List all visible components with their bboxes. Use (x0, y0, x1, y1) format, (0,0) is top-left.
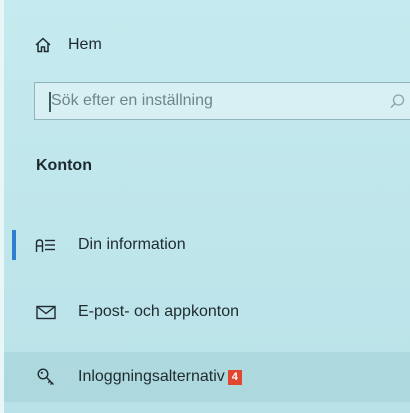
sidebar-item-sign-in-options[interactable]: Inloggningsalternativ 4 (4, 352, 410, 402)
search-input[interactable] (49, 91, 373, 111)
text-caret (49, 92, 51, 112)
sidebar-item-email-accounts[interactable]: E-post- och appkonton (4, 287, 410, 337)
sidebar-item-your-info[interactable]: Din information (4, 220, 410, 270)
sidebar-item-label: E-post- och appkonton (78, 303, 239, 320)
sidebar-item-label: Din information (78, 236, 186, 253)
settings-sidebar: Hem Konton Din information (0, 0, 410, 413)
home-nav-item[interactable]: Hem (32, 30, 102, 60)
selected-indicator (12, 230, 16, 260)
settings-search-box[interactable] (34, 82, 410, 120)
person-info-icon (34, 233, 58, 257)
sign-in-options-text: Inloggningsalternativ (78, 368, 225, 385)
home-label: Hem (68, 36, 102, 53)
key-icon (34, 365, 58, 389)
search-icon[interactable] (387, 92, 407, 112)
home-icon (32, 34, 54, 56)
sidebar-item-label: Inloggningsalternativ 4 (78, 368, 242, 386)
section-heading: Konton (36, 157, 92, 174)
mail-icon (34, 300, 58, 324)
callout-badge: 4 (227, 370, 242, 385)
